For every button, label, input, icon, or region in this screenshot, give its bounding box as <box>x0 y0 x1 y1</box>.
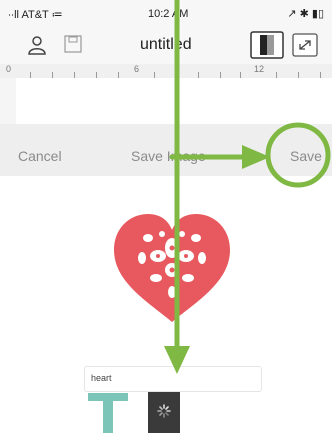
annotation-arrowhead-right <box>242 145 270 169</box>
annotation-overlay <box>164 0 331 374</box>
annotation-arrowhead-down <box>164 346 190 374</box>
annotation-circle <box>265 122 331 188</box>
